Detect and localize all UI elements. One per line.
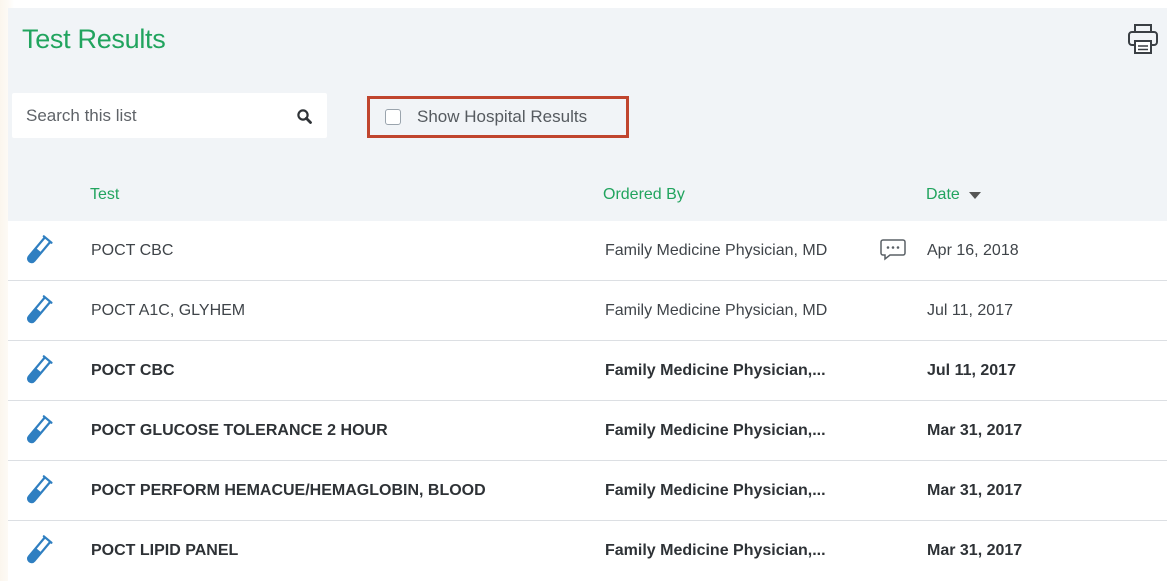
test-name[interactable]: POCT A1C, GLYHEM bbox=[91, 281, 245, 341]
print-button[interactable] bbox=[1123, 19, 1163, 59]
search-input[interactable] bbox=[12, 104, 288, 127]
show-hospital-results-checkbox[interactable] bbox=[385, 109, 401, 125]
table-row[interactable]: POCT LIPID PANEL Family Medicine Physicia… bbox=[8, 521, 1167, 581]
ordered-by: Family Medicine Physician,... bbox=[605, 542, 826, 559]
test-name[interactable]: POCT CBC bbox=[91, 221, 173, 281]
result-date: Apr 16, 2018 bbox=[927, 242, 1019, 259]
ordered-by: Family Medicine Physician,... bbox=[605, 362, 826, 379]
test-tube-icon bbox=[26, 475, 53, 504]
search-box bbox=[12, 93, 327, 138]
test-tube-icon bbox=[26, 235, 53, 264]
column-header-test[interactable]: Test bbox=[90, 186, 119, 204]
show-hospital-results-toggle[interactable]: Show Hospital Results bbox=[367, 96, 629, 138]
test-tube-icon bbox=[26, 415, 53, 444]
column-header-date[interactable]: Date bbox=[926, 186, 981, 204]
test-tube-icon bbox=[26, 355, 53, 384]
test-name[interactable]: POCT LIPID PANEL bbox=[91, 521, 238, 581]
table-row[interactable]: POCT GLUCOSE TOLERANCE 2 HOUR Family Medi… bbox=[8, 401, 1167, 461]
test-name[interactable]: POCT GLUCOSE TOLERANCE 2 HOUR bbox=[91, 401, 388, 461]
list-toolbar: Show Hospital Results bbox=[12, 93, 812, 143]
ordered-by: Family Medicine Physician, MD bbox=[605, 302, 828, 319]
result-date: Mar 31, 2017 bbox=[927, 422, 1023, 439]
result-date: Mar 31, 2017 bbox=[927, 482, 1023, 499]
test-name[interactable]: POCT CBC bbox=[91, 341, 175, 401]
search-icon[interactable] bbox=[295, 107, 315, 127]
ordered-by: Family Medicine Physician,... bbox=[605, 482, 826, 499]
ordered-by: Family Medicine Physician,... bbox=[605, 422, 826, 439]
table-row[interactable]: POCT CBC Family Medicine Physician,... Jul… bbox=[8, 341, 1167, 401]
comment-icon[interactable] bbox=[879, 238, 907, 262]
sort-descending-icon bbox=[968, 192, 981, 199]
column-header-date-label: Date bbox=[926, 186, 960, 203]
ordered-by: Family Medicine Physician, MD bbox=[605, 242, 828, 259]
result-date: Mar 31, 2017 bbox=[927, 542, 1023, 559]
results-list: POCT CBC Family Medicine Physician, MD Apr… bbox=[8, 221, 1167, 581]
column-header-ordered-by[interactable]: Ordered By bbox=[603, 186, 685, 204]
result-date: Jul 11, 2017 bbox=[927, 302, 1013, 319]
test-tube-icon bbox=[26, 295, 53, 324]
test-tube-icon bbox=[26, 535, 53, 564]
table-row[interactable]: POCT CBC Family Medicine Physician, MD Apr… bbox=[8, 221, 1167, 281]
page: Test Results Show Hospital Results Test bbox=[0, 0, 1167, 581]
table-row[interactable]: POCT PERFORM HEMACUE/HEMAGLOBIN, BLOOD Fa… bbox=[8, 461, 1167, 521]
show-hospital-results-label: Show Hospital Results bbox=[417, 107, 588, 126]
result-date: Jul 11, 2017 bbox=[927, 362, 1016, 379]
printer-icon bbox=[1128, 24, 1158, 54]
table-header-row: Test Ordered By Date bbox=[8, 180, 1167, 215]
test-name[interactable]: POCT PERFORM HEMACUE/HEMAGLOBIN, BLOOD bbox=[91, 461, 486, 521]
table-row[interactable]: POCT A1C, GLYHEM Family Medicine Physicia… bbox=[8, 281, 1167, 341]
page-title: Test Results bbox=[22, 24, 166, 54]
